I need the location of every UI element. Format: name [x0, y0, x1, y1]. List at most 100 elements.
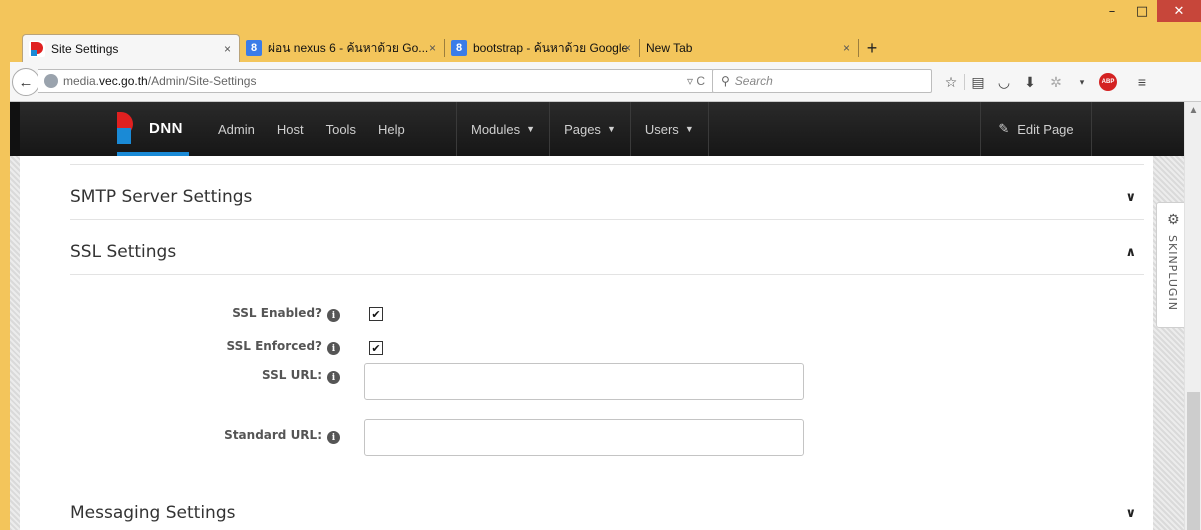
- label-text: SSL URL:: [262, 367, 322, 382]
- menu-label: Modules: [471, 121, 521, 137]
- search-input[interactable]: ⚲ Search: [712, 69, 932, 93]
- menu-pages[interactable]: Pages ▼: [549, 102, 630, 156]
- close-tab-icon[interactable]: ×: [429, 41, 436, 55]
- url-path: /Admin/Site-Settings: [147, 74, 257, 88]
- edit-page-label: Edit Page: [1017, 121, 1074, 137]
- ssl-enforced-label: SSL Enforced? i: [80, 339, 340, 356]
- nav-help[interactable]: Help: [378, 122, 405, 137]
- menu-label: Pages: [564, 121, 601, 137]
- close-tab-icon[interactable]: ×: [224, 42, 231, 56]
- tab-new-tab[interactable]: New Tab ×: [640, 34, 858, 62]
- tab-label: bootstrap - ค้นหาด้วย Google: [473, 40, 629, 55]
- caret-down-icon: ▼: [526, 124, 536, 134]
- ssl-enforced-checkbox[interactable]: ✔: [369, 341, 383, 355]
- nav-admin[interactable]: Admin: [218, 122, 255, 137]
- ssl-enforced-row: SSL Enforced? i: [20, 339, 340, 356]
- chevron-up-icon[interactable]: ∧: [1125, 244, 1136, 260]
- left-margin: [10, 156, 20, 530]
- site-settings-panel: SMTP Server Settings ∨ SSL Settings ∧ SS…: [20, 156, 1153, 530]
- edit-page-button[interactable]: ✎ Edit Page: [980, 102, 1092, 156]
- divider: [70, 164, 1144, 165]
- window-controls: – □ ✕: [1097, 0, 1201, 22]
- tab-nexus-search[interactable]: 8 ผ่อน nexus 6 - ค้นหาด้วย Go... ×: [240, 34, 444, 62]
- close-window-button[interactable]: ✕: [1157, 0, 1201, 22]
- vertical-scrollbar[interactable]: ▲: [1184, 102, 1201, 530]
- chevron-down-icon[interactable]: ∨: [1125, 505, 1136, 521]
- dropdown-chevron-icon[interactable]: ▾: [1069, 71, 1095, 93]
- section-messaging-settings[interactable]: Messaging Settings ∨: [70, 491, 1144, 530]
- standard-url-row: Standard URL: i: [20, 427, 340, 445]
- toolbar-icons: ☆ ▤ ◡ ⬇ ✲ ▾ ABP ≡: [938, 71, 1155, 93]
- pocket-icon[interactable]: ◡: [991, 71, 1017, 93]
- google-icon: 8: [451, 40, 467, 56]
- info-icon[interactable]: i: [327, 371, 340, 385]
- ssl-url-input[interactable]: [364, 363, 804, 400]
- dnn-logo-icon: [117, 112, 143, 144]
- nav-tools[interactable]: Tools: [326, 122, 356, 137]
- dnn-control-bar-inner: DNN Admin Host Tools Help Modules ▼ Pages…: [20, 102, 1184, 156]
- section-title: SMTP Server Settings: [70, 187, 253, 207]
- back-arrow-icon: ←: [18, 73, 34, 91]
- reading-list-icon[interactable]: ▤: [965, 71, 991, 93]
- close-tab-icon[interactable]: ×: [624, 41, 631, 55]
- info-icon[interactable]: i: [327, 342, 340, 356]
- dnn-main-nav: Admin Host Tools Help: [218, 102, 427, 156]
- label-text: SSL Enabled?: [232, 305, 322, 320]
- menu-hamburger-icon[interactable]: ≡: [1129, 71, 1155, 93]
- tab-bootstrap-search[interactable]: 8 bootstrap - ค้นหาด้วย Google ×: [445, 34, 639, 62]
- ssl-enabled-row: SSL Enabled? i: [20, 306, 340, 323]
- url-domain: vec.go.th: [99, 74, 148, 88]
- browser-window: – □ ✕ Site Settings × 8 ผ่อน nexus 6 - ค…: [0, 0, 1201, 530]
- maximize-button[interactable]: □: [1127, 0, 1157, 22]
- info-icon[interactable]: i: [327, 431, 340, 445]
- section-smtp-settings[interactable]: SMTP Server Settings ∨: [70, 175, 1144, 220]
- dnn-icon: [29, 40, 45, 57]
- ssl-enabled-label: SSL Enabled? i: [80, 306, 340, 323]
- menu-label: Users: [644, 121, 679, 137]
- page-viewport: DNN Admin Host Tools Help Modules ▼ Pages…: [10, 102, 1201, 530]
- caret-down-icon: ▼: [684, 124, 694, 134]
- menu-modules[interactable]: Modules ▼: [456, 102, 549, 156]
- info-icon[interactable]: i: [327, 309, 340, 323]
- ssl-url-label: SSL URL: i: [80, 368, 340, 385]
- section-title: SSL Settings: [70, 242, 177, 262]
- dnn-logo-text: DNN: [149, 119, 183, 137]
- checkmark-icon: ✔: [371, 307, 381, 321]
- ssl-enabled-checkbox[interactable]: ✔: [369, 307, 383, 321]
- dnn-menu-nav: Modules ▼ Pages ▼ Users ▼: [456, 102, 709, 156]
- url-prefix: media.: [63, 74, 100, 88]
- dnn-control-bar: DNN Admin Host Tools Help Modules ▼ Pages…: [10, 102, 1184, 156]
- gear-icon: ⚙: [1167, 211, 1180, 227]
- caret-down-icon: ▼: [606, 124, 616, 134]
- search-placeholder: Search: [734, 74, 773, 88]
- scroll-up-icon[interactable]: ▲: [1185, 102, 1201, 118]
- chevron-down-icon[interactable]: ∨: [1125, 189, 1136, 205]
- minimize-button[interactable]: –: [1097, 0, 1127, 22]
- new-tab-button[interactable]: +: [859, 34, 885, 62]
- dnn-logo[interactable]: DNN: [117, 112, 183, 144]
- label-text: Standard URL:: [224, 427, 322, 442]
- pencil-icon: ✎: [998, 121, 1010, 136]
- bookmark-star-icon[interactable]: ☆: [938, 71, 964, 93]
- extension-icon[interactable]: ✲: [1043, 71, 1069, 93]
- tab-site-settings[interactable]: Site Settings ×: [22, 34, 240, 62]
- skinplugin-label: SKINPLUGIN: [1166, 235, 1179, 311]
- standard-url-input[interactable]: [364, 419, 804, 456]
- checkmark-icon: ✔: [371, 341, 381, 355]
- tab-strip: Site Settings × 8 ผ่อน nexus 6 - ค้นหาด้…: [22, 34, 885, 62]
- address-bar[interactable]: media. vec.go.th/Admin/Site-Settings ▿ C: [38, 69, 714, 93]
- back-button[interactable]: ←: [12, 68, 40, 96]
- scrollbar-thumb[interactable]: [1187, 392, 1200, 530]
- download-icon[interactable]: ⬇: [1017, 71, 1043, 93]
- tab-label: Site Settings: [51, 41, 119, 56]
- section-title: Messaging Settings: [70, 503, 236, 523]
- reload-icon[interactable]: ▿ C: [687, 74, 705, 88]
- google-icon: 8: [246, 40, 262, 56]
- globe-icon: [44, 74, 58, 88]
- section-ssl-settings[interactable]: SSL Settings ∧: [70, 230, 1144, 275]
- adblock-plus-icon[interactable]: ABP: [1095, 71, 1121, 93]
- menu-users[interactable]: Users ▼: [629, 102, 709, 156]
- close-tab-icon[interactable]: ×: [843, 41, 850, 55]
- navigation-toolbar: ← media. vec.go.th/Admin/Site-Settings ▿ …: [10, 62, 1201, 102]
- nav-host[interactable]: Host: [277, 122, 304, 137]
